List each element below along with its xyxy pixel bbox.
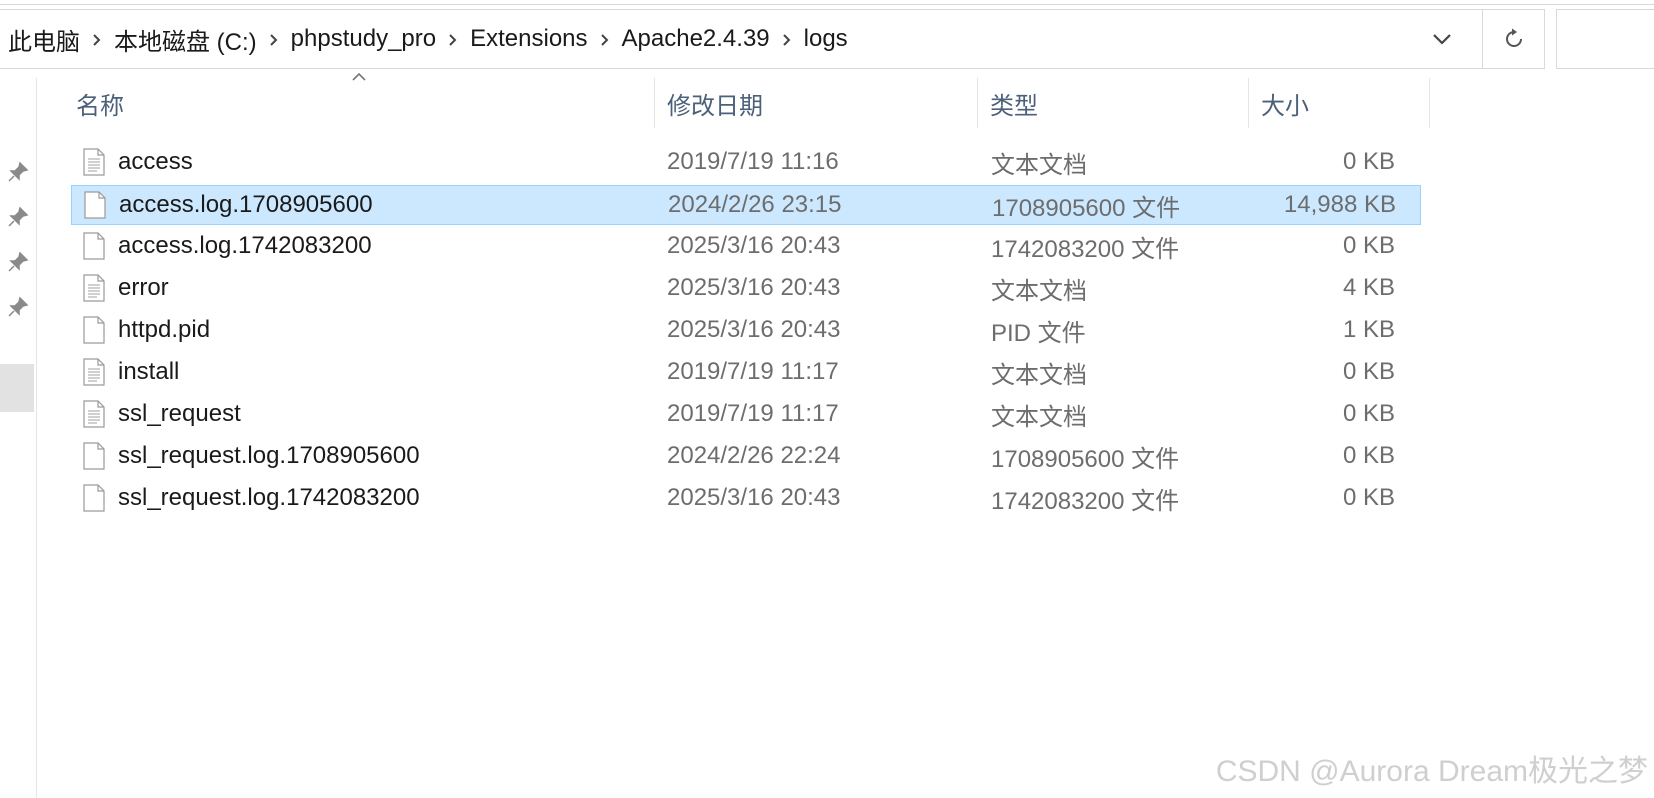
file-size: 0 KB bbox=[1342, 358, 1395, 385]
file-name: access bbox=[118, 148, 193, 175]
blank-file-icon bbox=[83, 311, 107, 349]
file-type: 1742083200 文件 bbox=[991, 487, 1180, 515]
file-type: 1708905600 文件 bbox=[991, 445, 1180, 473]
column-header-name[interactable]: 名称 bbox=[66, 78, 654, 128]
blank-file-icon bbox=[83, 479, 107, 517]
pin-icon[interactable] bbox=[7, 161, 29, 183]
chevron-right-icon[interactable] bbox=[82, 25, 112, 53]
file-type: 文本文档 bbox=[991, 361, 1087, 389]
file-row[interactable]: access.log.1708905600 2024/2/26 23:15 1708… bbox=[71, 185, 1421, 225]
search-input[interactable] bbox=[1556, 9, 1654, 69]
chevron-down-icon[interactable] bbox=[1418, 10, 1466, 68]
nav-selection-indicator[interactable] bbox=[0, 364, 34, 412]
column-divider[interactable] bbox=[1248, 78, 1249, 128]
refresh-button[interactable] bbox=[1483, 9, 1545, 69]
file-date: 2025/3/16 20:43 bbox=[667, 484, 841, 511]
file-name: ssl_request.log.1742083200 bbox=[118, 484, 420, 511]
file-name: httpd.pid bbox=[118, 316, 211, 343]
refresh-icon bbox=[1505, 28, 1522, 47]
file-size: 4 KB bbox=[1342, 274, 1395, 301]
file-name: access.log.1708905600 bbox=[119, 191, 373, 218]
blank-file-icon bbox=[83, 437, 107, 475]
file-size: 0 KB bbox=[1342, 232, 1395, 259]
file-type: PID 文件 bbox=[991, 319, 1086, 347]
file-name: access.log.1742083200 bbox=[118, 232, 372, 259]
file-row[interactable]: error 2025/3/16 20:43 文本文档 4 KB bbox=[71, 269, 1421, 309]
breadcrumb-logs[interactable]: logs bbox=[802, 25, 850, 53]
file-row[interactable]: httpd.pid 2025/3/16 20:43 PID 文件 1 KB bbox=[71, 311, 1421, 351]
file-type: 1708905600 文件 bbox=[992, 194, 1181, 222]
file-date: 2025/3/16 20:43 bbox=[667, 274, 841, 301]
file-row[interactable]: access 2019/7/19 11:16 文本文档 0 KB bbox=[71, 143, 1421, 183]
file-name: ssl_request.log.1708905600 bbox=[118, 442, 420, 469]
file-row[interactable]: ssl_request 2019/7/19 11:17 文本文档 0 KB bbox=[71, 395, 1421, 435]
file-name: ssl_request bbox=[118, 400, 241, 427]
file-name: error bbox=[118, 274, 169, 301]
file-row[interactable]: install 2019/7/19 11:17 文本文档 0 KB bbox=[71, 353, 1421, 393]
file-row[interactable]: ssl_request.log.1708905600 2024/2/26 22:2… bbox=[71, 437, 1421, 477]
navigation-pane bbox=[0, 78, 37, 798]
column-header-row: 名称 修改日期 类型 大小 bbox=[0, 78, 1654, 128]
file-size: 0 KB bbox=[1342, 484, 1395, 511]
chevron-right-icon[interactable] bbox=[772, 25, 802, 53]
blank-file-icon bbox=[83, 227, 107, 265]
pin-icon[interactable] bbox=[7, 296, 29, 318]
window-top-border bbox=[0, 4, 1654, 5]
file-date: 2024/2/26 22:24 bbox=[667, 442, 841, 469]
column-divider[interactable] bbox=[1429, 78, 1430, 128]
breadcrumb-extensions[interactable]: Extensions bbox=[468, 25, 589, 53]
file-size: 1 KB bbox=[1342, 316, 1395, 343]
file-date: 2025/3/16 20:43 bbox=[667, 316, 841, 343]
breadcrumb-this-pc[interactable]: 此电脑 bbox=[6, 22, 82, 57]
file-type: 文本文档 bbox=[991, 151, 1087, 179]
breadcrumb-phpstudy-pro[interactable]: phpstudy_pro bbox=[289, 25, 438, 53]
breadcrumb-apache[interactable]: Apache2.4.39 bbox=[620, 25, 772, 53]
file-row[interactable]: ssl_request.log.1742083200 2025/3/16 20:4… bbox=[71, 479, 1421, 519]
file-date: 2019/7/19 11:17 bbox=[667, 400, 839, 427]
column-header-date[interactable]: 修改日期 bbox=[657, 78, 977, 128]
file-row[interactable]: access.log.1742083200 2025/3/16 20:43 1742… bbox=[71, 227, 1421, 267]
pin-icon[interactable] bbox=[7, 251, 29, 273]
blank-file-icon bbox=[84, 186, 108, 224]
column-header-size[interactable]: 大小 bbox=[1251, 78, 1429, 128]
column-divider[interactable] bbox=[654, 78, 655, 128]
file-date: 2025/3/16 20:43 bbox=[667, 232, 841, 259]
file-size: 0 KB bbox=[1342, 148, 1395, 175]
text-document-icon bbox=[83, 143, 107, 181]
file-name: install bbox=[118, 358, 180, 385]
column-header-type[interactable]: 类型 bbox=[980, 78, 1248, 128]
file-size: 0 KB bbox=[1342, 400, 1395, 427]
text-document-icon bbox=[83, 395, 107, 433]
text-document-icon bbox=[83, 269, 107, 307]
file-size: 0 KB bbox=[1342, 442, 1395, 469]
text-document-icon bbox=[83, 353, 107, 391]
file-size: 14,988 KB bbox=[1283, 191, 1396, 218]
chevron-right-icon[interactable] bbox=[590, 25, 620, 53]
chevron-right-icon[interactable] bbox=[438, 25, 468, 53]
file-type: 1742083200 文件 bbox=[991, 235, 1180, 263]
file-date: 2024/2/26 23:15 bbox=[668, 191, 842, 218]
file-date: 2019/7/19 11:17 bbox=[667, 358, 839, 385]
chevron-right-icon[interactable] bbox=[259, 25, 289, 53]
file-type: 文本文档 bbox=[991, 277, 1087, 305]
breadcrumb-local-disk[interactable]: 本地磁盘 (C:) bbox=[112, 22, 259, 57]
watermark: CSDN @Aurora Dream极光之梦 bbox=[1215, 755, 1648, 788]
file-date: 2019/7/19 11:16 bbox=[667, 148, 839, 175]
column-divider[interactable] bbox=[977, 78, 978, 128]
pin-icon[interactable] bbox=[7, 206, 29, 228]
file-type: 文本文档 bbox=[991, 403, 1087, 431]
address-bar[interactable]: 此电脑 本地磁盘 (C:) phpstudy_pro Extensions Ap… bbox=[0, 9, 1482, 69]
breadcrumb: 此电脑 本地磁盘 (C:) phpstudy_pro Extensions Ap… bbox=[6, 10, 850, 68]
